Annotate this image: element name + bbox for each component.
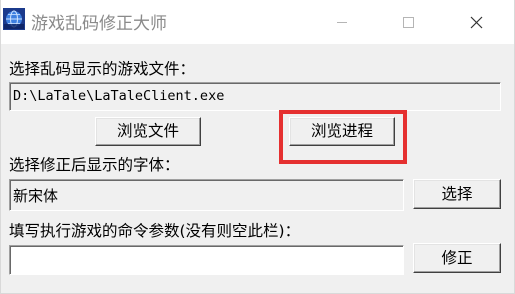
browse-file-label: 浏览文件 [116,122,179,140]
highlight-box [279,110,407,164]
app-window: 游戏乱码修正大师 选择乱码显示的游戏文件： D:\LaTale\LaTaleCl… [0,0,515,294]
minimize-button[interactable] [317,0,367,44]
close-button[interactable] [451,0,501,44]
command-args-label: 填写执行游戏的命令参数(没有则空此栏)： [9,222,301,240]
command-args-input[interactable] [9,245,404,275]
fix-label: 修正 [441,249,473,267]
window-title: 游戏乱码修正大师 [31,14,167,34]
close-icon [470,16,483,29]
globe-app-icon [3,8,25,30]
browse-file-button[interactable]: 浏览文件 [95,117,201,146]
title-bar[interactable]: 游戏乱码修正大师 [1,0,514,44]
game-file-label: 选择乱码显示的游戏文件： [9,60,196,78]
fix-button[interactable]: 修正 [413,243,501,273]
maximize-icon [403,17,414,28]
font-label: 选择修正后显示的字体： [9,156,180,174]
game-file-path-field[interactable]: D:\LaTale\LaTaleClient.exe [9,82,501,111]
maximize-button[interactable] [383,0,433,44]
select-font-label: 选择 [441,185,473,203]
minimize-icon [337,22,347,23]
font-field[interactable]: 新宋体 [9,179,404,211]
select-font-button[interactable]: 选择 [413,179,501,209]
